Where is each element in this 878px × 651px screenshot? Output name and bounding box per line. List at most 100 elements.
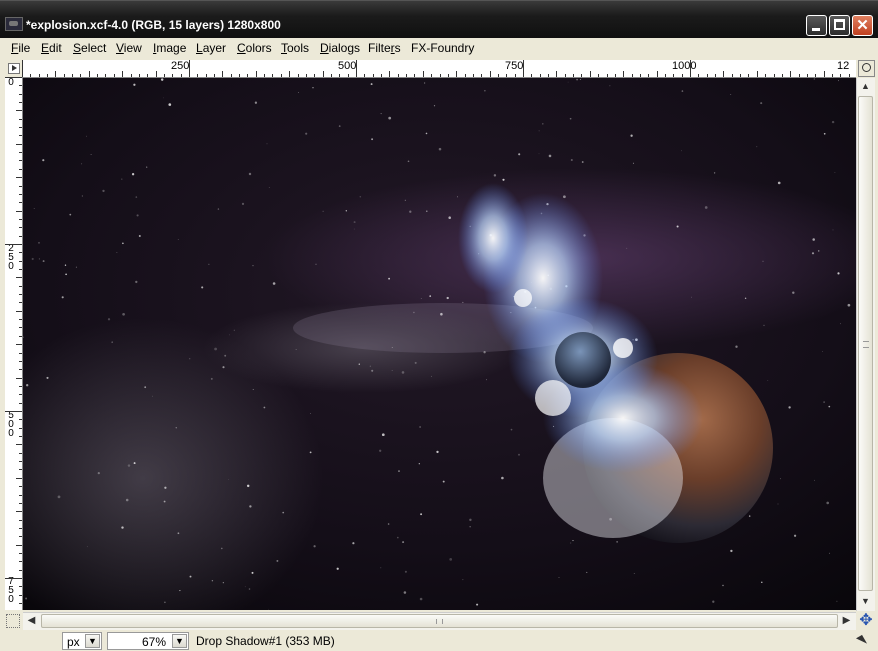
star xyxy=(380,567,382,569)
ruler-tick xyxy=(19,169,22,170)
star xyxy=(246,484,250,488)
star xyxy=(713,172,716,174)
menu-file[interactable]: File xyxy=(11,41,30,57)
star xyxy=(86,135,87,137)
ruler-tick xyxy=(807,74,808,77)
star xyxy=(220,547,223,550)
ruler-tick xyxy=(348,74,349,77)
star xyxy=(402,541,405,544)
star xyxy=(817,250,820,252)
image-canvas[interactable] xyxy=(23,78,856,610)
menu-select[interactable]: Select xyxy=(73,41,106,57)
ruler-tick xyxy=(481,74,482,77)
minimize-button[interactable] xyxy=(806,15,827,36)
menu-filters[interactable]: Filters xyxy=(368,41,401,57)
ruler-tick xyxy=(19,570,22,571)
star xyxy=(433,105,436,107)
menu-dialogs[interactable]: Dialogs xyxy=(320,41,360,57)
ruler-tick xyxy=(5,578,22,579)
star xyxy=(502,178,505,181)
zoom-toggle-button[interactable] xyxy=(858,60,875,77)
star xyxy=(282,511,285,514)
scroll-left-icon[interactable]: ◀ xyxy=(24,614,39,628)
star xyxy=(398,470,400,472)
menu-image[interactable]: Image xyxy=(153,41,186,57)
ruler-tick xyxy=(690,60,691,77)
star xyxy=(814,479,815,481)
ruler-tick xyxy=(19,586,22,587)
horizontal-ruler[interactable]: 250 500 750 1000 12 xyxy=(22,60,856,78)
star xyxy=(681,90,684,92)
menu-view[interactable]: View xyxy=(116,41,142,57)
menu-tools[interactable]: Tools xyxy=(281,41,309,57)
star xyxy=(358,363,360,365)
ruler-tick xyxy=(19,194,22,195)
star xyxy=(65,273,67,276)
star xyxy=(493,174,497,177)
zoom-select[interactable]: 67% ▼ xyxy=(107,632,189,650)
ruler-tick xyxy=(598,74,599,77)
star xyxy=(518,153,521,156)
window-titlebar[interactable]: *explosion.xcf-4.0 (RGB, 15 layers) 1280… xyxy=(0,0,878,38)
scroll-down-icon[interactable]: ▼ xyxy=(858,593,873,609)
ruler-tick xyxy=(19,252,22,253)
star xyxy=(832,229,834,231)
ruler-label-0: 0 xyxy=(8,77,14,88)
vertical-scrollbar[interactable]: ▲ ▼ xyxy=(856,78,875,611)
ruler-tick xyxy=(423,71,424,77)
star xyxy=(760,102,763,105)
ruler-tick xyxy=(523,60,524,77)
star xyxy=(160,78,164,81)
star xyxy=(449,558,453,561)
star xyxy=(179,590,181,592)
scroll-up-icon[interactable]: ▲ xyxy=(858,78,873,94)
chevron-down-icon[interactable]: ▼ xyxy=(85,634,100,648)
star xyxy=(777,181,781,185)
star xyxy=(837,272,840,275)
chevron-down-icon[interactable]: ▼ xyxy=(172,634,187,648)
vertical-ruler[interactable]: 0 250 500 750 xyxy=(5,77,23,610)
star xyxy=(823,401,825,403)
maximize-button[interactable] xyxy=(829,15,850,36)
ruler-tick xyxy=(19,595,22,596)
star xyxy=(748,515,751,517)
ruler-tick xyxy=(19,152,22,153)
star xyxy=(691,296,692,298)
star xyxy=(272,282,276,285)
horizontal-scroll-thumb[interactable] xyxy=(41,614,838,628)
star xyxy=(222,366,225,369)
star xyxy=(420,513,423,516)
menu-layer[interactable]: Layer xyxy=(196,41,226,57)
star xyxy=(116,252,118,254)
menu-bar: File Edit Select View Image Layer Colors… xyxy=(0,38,878,59)
menu-fx-foundry[interactable]: FX-Foundry xyxy=(411,41,474,57)
menu-edit[interactable]: Edit xyxy=(41,41,62,57)
menu-colors[interactable]: Colors xyxy=(237,41,272,57)
star xyxy=(310,413,311,414)
close-button[interactable]: ✕ xyxy=(852,15,873,36)
ruler-tick xyxy=(30,74,31,77)
star xyxy=(127,464,131,467)
vertical-scroll-thumb[interactable] xyxy=(858,96,873,591)
star xyxy=(446,296,449,300)
star xyxy=(616,541,618,543)
star xyxy=(381,433,385,437)
ruler-menu-arrow-icon xyxy=(8,63,20,74)
ruler-menu-button[interactable] xyxy=(5,60,22,77)
scroll-right-icon[interactable]: ▶ xyxy=(839,614,854,628)
ruler-tick xyxy=(19,419,22,420)
star xyxy=(249,505,252,508)
star xyxy=(338,125,341,127)
star xyxy=(107,318,111,321)
ruler-tick xyxy=(840,74,841,77)
unit-select[interactable]: px ▼ xyxy=(62,632,102,650)
ruler-tick xyxy=(673,74,674,77)
navigate-icon[interactable]: ✥ xyxy=(857,612,875,629)
horizontal-scrollbar[interactable]: ◀ ▶ xyxy=(23,612,856,630)
star xyxy=(125,498,129,502)
ruler-tick xyxy=(19,503,22,504)
ruler-tick xyxy=(799,74,800,77)
ruler-tick xyxy=(16,311,22,312)
quick-mask-icon[interactable] xyxy=(6,614,20,628)
star xyxy=(761,581,763,584)
